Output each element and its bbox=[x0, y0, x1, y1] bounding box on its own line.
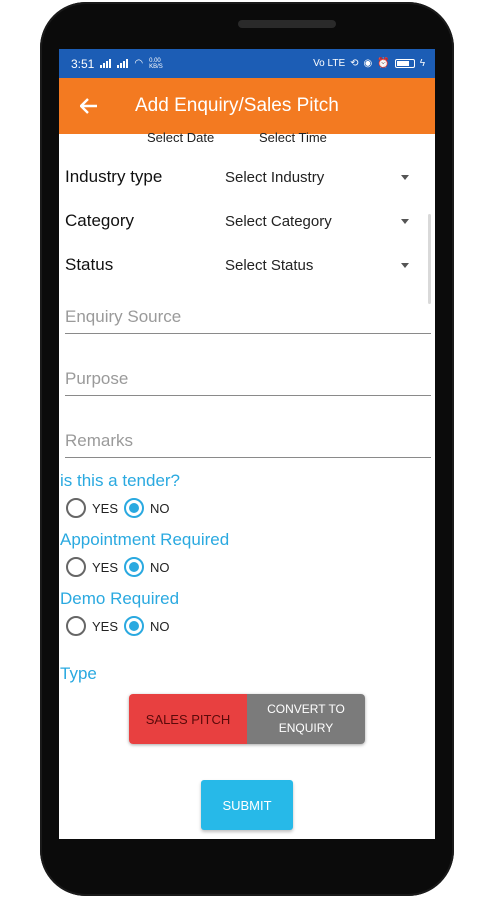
alarm-icon: ⏰ bbox=[377, 58, 390, 69]
volte-label: Vo LTE bbox=[313, 58, 346, 69]
convert-to-enquiry-option[interactable]: CONVERT TO ENQUIRY bbox=[247, 694, 365, 744]
type-label: Type bbox=[60, 664, 97, 683]
signal-icon-2 bbox=[117, 59, 129, 68]
tender-yes-label[interactable]: YES bbox=[92, 501, 118, 516]
location-icon: ◉ bbox=[363, 58, 373, 69]
tender-no-radio[interactable] bbox=[124, 498, 145, 518]
status-label: Status bbox=[65, 255, 114, 274]
demo-no-radio[interactable] bbox=[124, 616, 145, 636]
charging-icon: ϟ bbox=[419, 58, 425, 69]
demo-yes-label[interactable]: YES bbox=[92, 619, 118, 634]
submit-button[interactable]: SUBMIT bbox=[201, 780, 293, 830]
demo-question: Demo Required bbox=[60, 589, 180, 608]
wifi-icon: ◠ bbox=[134, 58, 144, 69]
demo-radio-group: YES NO bbox=[66, 616, 176, 636]
industry-select[interactable]: Select Industry bbox=[225, 169, 401, 186]
sync-icon: ⟲ bbox=[350, 58, 359, 69]
appointment-question: Appointment Required bbox=[60, 530, 230, 549]
type-toggle: SALES PITCH CONVERT TO ENQUIRY bbox=[129, 694, 365, 744]
date-time-row: Select Date Select Time bbox=[59, 130, 435, 148]
category-select[interactable]: Select Category bbox=[225, 213, 401, 230]
category-row: Category Select Category bbox=[65, 206, 435, 236]
appointment-no-radio[interactable] bbox=[124, 557, 145, 577]
status-select[interactable]: Select Status bbox=[225, 257, 401, 274]
net-speed: 0.00 KB/S bbox=[149, 57, 163, 70]
tender-question: is this a tender? bbox=[60, 471, 181, 490]
select-time[interactable]: Select Time bbox=[259, 130, 327, 145]
purpose-field bbox=[65, 356, 431, 396]
status-row: Status Select Status bbox=[65, 250, 435, 280]
demo-no-label[interactable]: NO bbox=[150, 619, 170, 634]
app-screen: 3:51 ◠ 0.00 KB/S Vo LTE ⟲ ◉ ⏰ ϟ Add Enqu… bbox=[59, 49, 435, 839]
remarks-input[interactable] bbox=[65, 431, 431, 451]
enquiry-source-input[interactable] bbox=[65, 307, 431, 327]
tender-radio-group: YES NO bbox=[66, 498, 176, 518]
enquiry-source-field bbox=[65, 294, 431, 334]
battery-icon bbox=[394, 59, 415, 68]
chevron-down-icon[interactable] bbox=[401, 262, 409, 268]
industry-row: Industry type Select Industry bbox=[65, 162, 435, 192]
form-content: Select Date Select Time Industry type Se… bbox=[59, 130, 435, 839]
sales-pitch-option[interactable]: SALES PITCH bbox=[129, 694, 247, 744]
status-bar: 3:51 ◠ 0.00 KB/S Vo LTE ⟲ ◉ ⏰ ϟ bbox=[59, 49, 435, 78]
tender-yes-radio[interactable] bbox=[66, 498, 86, 518]
chevron-down-icon[interactable] bbox=[401, 174, 409, 180]
select-date[interactable]: Select Date bbox=[147, 130, 214, 145]
purpose-input[interactable] bbox=[65, 369, 431, 389]
appointment-radio-group: YES NO bbox=[66, 557, 176, 577]
app-bar: Add Enquiry/Sales Pitch bbox=[59, 78, 435, 134]
scrollbar[interactable] bbox=[428, 214, 431, 304]
status-time: 3:51 bbox=[71, 56, 95, 71]
tender-no-label[interactable]: NO bbox=[150, 501, 170, 516]
page-title: Add Enquiry/Sales Pitch bbox=[135, 95, 339, 116]
signal-icon bbox=[100, 59, 112, 68]
chevron-down-icon[interactable] bbox=[401, 218, 409, 224]
appointment-yes-label[interactable]: YES bbox=[92, 560, 118, 575]
category-label: Category bbox=[65, 211, 134, 230]
industry-label: Industry type bbox=[65, 167, 163, 186]
appointment-yes-radio[interactable] bbox=[66, 557, 86, 577]
arrow-left-icon[interactable] bbox=[77, 94, 101, 118]
remarks-field bbox=[65, 418, 431, 458]
appointment-no-label[interactable]: NO bbox=[150, 560, 170, 575]
demo-yes-radio[interactable] bbox=[66, 616, 86, 636]
phone-speaker bbox=[238, 20, 336, 28]
